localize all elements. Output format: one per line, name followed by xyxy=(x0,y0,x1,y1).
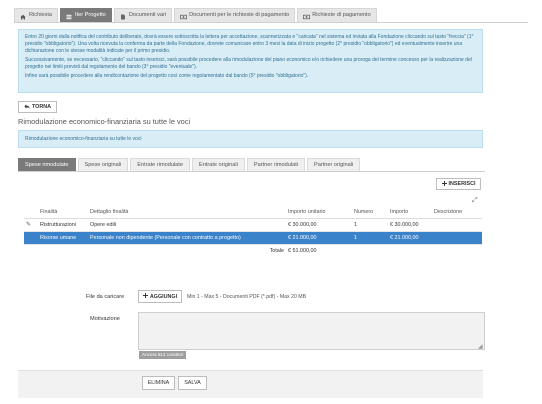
tab-label: Iter Progetto xyxy=(75,12,106,18)
plus-icon xyxy=(441,180,447,188)
section-title: Rimodulazione economico-finanziaria su t… xyxy=(18,117,191,126)
char-counter: Ancora 512 caratteri xyxy=(139,351,187,359)
info-paragraph-2: Successivamente, se necessario, "cliccan… xyxy=(25,57,472,71)
info-alert: Entro 20 giorni dalla notifica del contr… xyxy=(18,29,483,93)
cell-finalita: Ristrutturazioni xyxy=(38,218,88,232)
document-icon xyxy=(120,13,126,19)
cell-numero: 1 xyxy=(352,218,388,232)
table-total-row: Totale € 51.000,00 xyxy=(24,244,482,257)
tab-richiesta[interactable]: Richiesta xyxy=(14,8,59,22)
insert-label: INSERISCI xyxy=(448,181,476,187)
tab-richieste-pagamento[interactable]: Richieste di pagamento xyxy=(297,8,377,22)
subtab-entrate-rimodulate[interactable]: Entrate rimodulate xyxy=(130,158,190,171)
column-header[interactable]: Importo unitario xyxy=(286,207,352,219)
cell-finalita: Risorse umane xyxy=(38,231,88,245)
total-value: € 51.000,00 xyxy=(288,247,317,254)
table-row[interactable]: Risorse umane Personale non dipendente (… xyxy=(24,231,482,245)
back-label: TORNA xyxy=(31,104,52,110)
subtab-partner-rimodulati[interactable]: Partner rimodulati xyxy=(246,158,305,171)
cell-dettaglio: Personale non dipendente (Personale con … xyxy=(88,231,286,245)
column-header[interactable]: Dettaglio finalità xyxy=(88,207,286,219)
resize-handle-icon[interactable]: ◢ xyxy=(478,343,483,350)
tab-documenti-vari[interactable]: Documenti vari xyxy=(113,8,173,22)
total-label: Totale xyxy=(269,247,284,254)
tab-label: Documenti vari xyxy=(128,12,167,18)
list-icon xyxy=(66,13,72,19)
home-icon xyxy=(20,13,26,19)
subtab-partner-originali[interactable]: Partner originali xyxy=(307,158,361,171)
motivation-label: Motivazione xyxy=(90,316,120,322)
save-button[interactable]: SALVA xyxy=(178,376,207,390)
tab-divider xyxy=(14,22,528,23)
column-header[interactable]: Numero xyxy=(352,207,388,219)
cell-importo: € 21.000,00 xyxy=(388,231,432,245)
motivation-textarea[interactable] xyxy=(138,312,485,350)
edit-cell xyxy=(24,231,38,245)
cell-dettaglio: Opere edili xyxy=(88,218,286,232)
form-footer xyxy=(18,370,483,398)
section-info: Rimodulazione economico-finanziaria su t… xyxy=(18,130,483,148)
cell-importo-unitario: € 21.000,00 xyxy=(286,231,352,245)
edit-cell[interactable]: ✎ xyxy=(24,218,38,232)
cell-importo: € 30.000,00 xyxy=(388,218,432,232)
column-header[interactable]: Finalità xyxy=(38,207,88,219)
insert-button[interactable]: INSERISCI xyxy=(436,178,481,190)
column-header[interactable]: Importo xyxy=(388,207,432,219)
info-paragraph-1: Entro 20 giorni dalla notifica del contr… xyxy=(25,34,474,55)
table-header-row: Finalità Dettaglio finalità Importo unit… xyxy=(24,207,482,219)
table-row[interactable]: ✎ Ristrutturazioni Opere edili € 30.000,… xyxy=(24,218,482,232)
tab-label: Documenti per le richieste di pagamento xyxy=(189,12,290,18)
tab-label: Richiesta xyxy=(29,12,53,18)
tab-documenti-pagamento[interactable]: Documenti per le richieste di pagamento xyxy=(174,8,296,22)
subtab-divider xyxy=(18,171,485,172)
edit-icon[interactable]: ✎ xyxy=(26,221,32,228)
delete-button[interactable]: ELIMINA xyxy=(142,376,175,390)
plus-icon xyxy=(142,293,148,300)
cell-descrizione xyxy=(432,231,482,245)
back-arrow-icon xyxy=(24,103,30,111)
edit-column-header xyxy=(24,207,38,219)
subtab-spese-originali[interactable]: Spese originali xyxy=(77,158,129,171)
sub-tabs: Spese rimodulate Spese originali Entrate… xyxy=(18,158,362,171)
expand-icon[interactable]: ⤢ xyxy=(472,197,478,205)
money-icon xyxy=(180,13,188,19)
expenses-table: Finalità Dettaglio finalità Importo unit… xyxy=(24,207,482,257)
money-icon xyxy=(303,13,311,19)
upload-label: File da caricare xyxy=(86,294,125,300)
subtab-entrate-originali[interactable]: Entrate originali xyxy=(191,158,245,171)
tab-label: Richieste di pagamento xyxy=(312,12,371,18)
cell-descrizione xyxy=(432,218,482,232)
info-paragraph-3: Infine sarà possibile procedere alla ren… xyxy=(25,73,309,80)
cell-numero: 1 xyxy=(352,231,388,245)
add-file-label: AGGIUNGI xyxy=(149,293,178,300)
subtab-spese-rimodulate[interactable]: Spese rimodulate xyxy=(18,158,76,171)
top-tabs: Richiesta Iter Progetto Documenti vari D… xyxy=(14,8,379,22)
add-file-button[interactable]: AGGIUNGI xyxy=(138,290,182,303)
cell-importo-unitario: € 30.000,00 xyxy=(286,218,352,232)
upload-hint: Min 1 - Max 5 - Documenti PDF (*.pdf) - … xyxy=(187,294,307,300)
tab-iter-progetto[interactable]: Iter Progetto xyxy=(60,8,112,22)
back-button[interactable]: TORNA xyxy=(18,101,57,113)
column-header[interactable]: Descrizione xyxy=(432,207,482,219)
